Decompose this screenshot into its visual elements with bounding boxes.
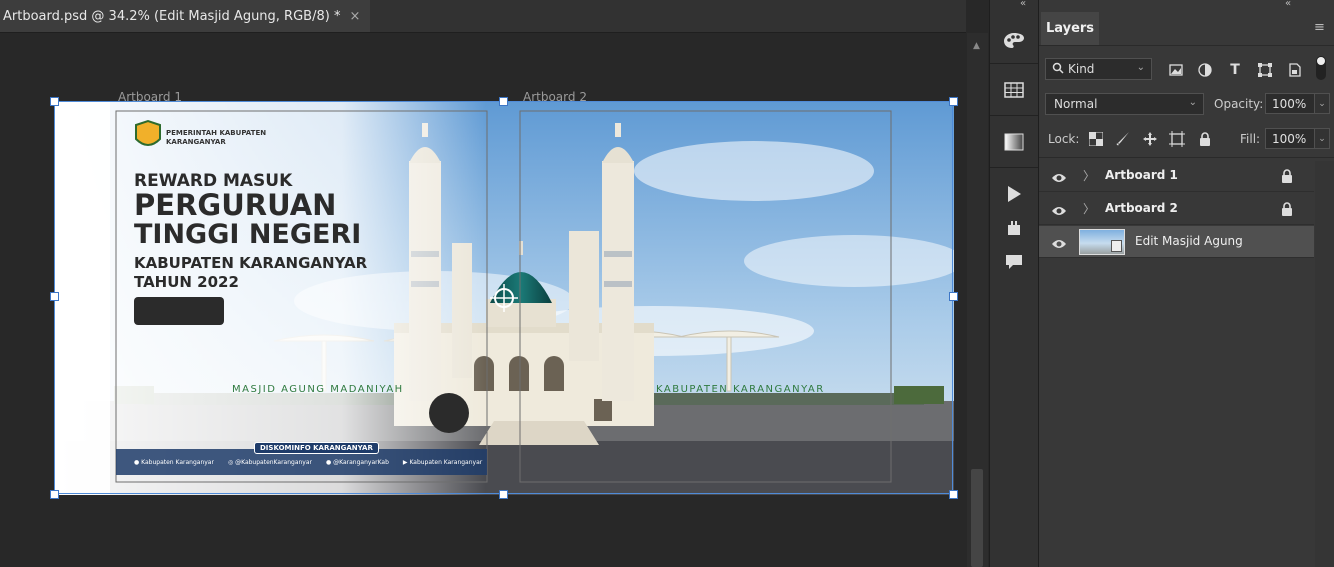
layer-name: Artboard 2 bbox=[1105, 201, 1178, 215]
layer-lock-icon bbox=[1281, 201, 1293, 220]
comments-icon[interactable] bbox=[1000, 248, 1028, 276]
filter-adjustment-icon[interactable] bbox=[1196, 61, 1214, 79]
chevron-down-icon: ⌄ bbox=[1136, 62, 1145, 73]
plugins-icon[interactable] bbox=[1000, 214, 1028, 242]
canvas-area[interactable]: Artboard 1 Artboard 2 PEMERINTAH KABUPAT… bbox=[0, 33, 966, 567]
filter-shape-icon[interactable] bbox=[1256, 61, 1274, 79]
play-actions-icon[interactable] bbox=[1000, 180, 1028, 208]
toggle-knob bbox=[1317, 57, 1325, 65]
lock-all-icon[interactable] bbox=[1196, 130, 1214, 148]
lock-label: Lock: bbox=[1048, 132, 1080, 146]
visibility-eye-icon[interactable] bbox=[1051, 235, 1067, 254]
collapse-panel-icon[interactable]: « bbox=[1285, 0, 1291, 9]
panel-divider bbox=[1039, 45, 1334, 46]
layers-panel: « Layers ≡ Kind ⌄ T Normal ⌄ Opacity: 10… bbox=[1039, 0, 1334, 567]
visibility-eye-icon[interactable] bbox=[1051, 169, 1067, 188]
panel-divider bbox=[1039, 157, 1334, 158]
expand-chevron-icon[interactable]: 〉 bbox=[1083, 167, 1095, 184]
fill-dropdown-chevron-icon[interactable]: ⌄ bbox=[1314, 128, 1330, 149]
canvas-vertical-scrollbar[interactable]: ▲ bbox=[967, 33, 988, 567]
transform-handle-left[interactable] bbox=[50, 292, 59, 301]
filter-kind-dropdown[interactable]: Kind ⌄ bbox=[1045, 58, 1152, 80]
transform-handle-right[interactable] bbox=[949, 292, 958, 301]
tool-separator bbox=[990, 63, 1038, 64]
layer-row-edit-masjid-agung[interactable]: Edit Masjid Agung bbox=[1039, 226, 1314, 258]
filter-toggle-switch[interactable] bbox=[1316, 56, 1326, 80]
layer-row-artboard-1[interactable]: 〉 Artboard 1 bbox=[1039, 160, 1314, 192]
color-palette-icon[interactable] bbox=[1000, 27, 1028, 55]
close-tab-icon[interactable]: × bbox=[349, 9, 360, 24]
transform-handle-bottom-left[interactable] bbox=[50, 490, 59, 499]
blend-mode-value: Normal bbox=[1054, 97, 1098, 111]
tool-separator bbox=[990, 167, 1038, 168]
layer-name: Edit Masjid Agung bbox=[1135, 234, 1243, 248]
transform-handle-bottom-right[interactable] bbox=[949, 490, 958, 499]
smart-object-badge-icon bbox=[1111, 240, 1122, 252]
scroll-up-icon[interactable]: ▲ bbox=[973, 41, 980, 51]
document-tab-title: Artboard.psd @ 34.2% (Edit Masjid Agung,… bbox=[3, 8, 341, 24]
filter-kind-label: Kind bbox=[1068, 62, 1095, 76]
layer-row-artboard-2[interactable]: 〉 Artboard 2 bbox=[1039, 193, 1314, 225]
tool-separator bbox=[990, 115, 1038, 116]
swatches-grid-icon[interactable] bbox=[1000, 76, 1028, 104]
filter-type-icon[interactable]: T bbox=[1226, 61, 1244, 79]
visibility-eye-icon[interactable] bbox=[1051, 202, 1067, 221]
transform-handle-bottom[interactable] bbox=[499, 490, 508, 499]
document-tab[interactable]: Artboard.psd @ 34.2% (Edit Masjid Agung,… bbox=[0, 0, 370, 32]
opacity-label: Opacity: bbox=[1214, 97, 1264, 111]
search-icon bbox=[1052, 62, 1064, 77]
opacity-dropdown-chevron-icon[interactable]: ⌄ bbox=[1314, 93, 1330, 114]
fill-label: Fill: bbox=[1240, 132, 1261, 146]
scrollbar-thumb[interactable] bbox=[971, 469, 983, 567]
lock-artboard-nesting-icon[interactable] bbox=[1168, 130, 1186, 148]
layer-list: 〉 Artboard 1 〉 Artboard 2 Edit Masjid Ag… bbox=[1039, 160, 1334, 567]
gradient-icon[interactable] bbox=[1000, 128, 1028, 156]
expand-chevron-icon[interactable]: 〉 bbox=[1083, 200, 1095, 217]
blend-mode-dropdown[interactable]: Normal ⌄ bbox=[1045, 93, 1204, 115]
transform-handle-top-right[interactable] bbox=[949, 97, 958, 106]
lock-image-pixels-icon[interactable] bbox=[1114, 130, 1132, 148]
panel-icon-strip: « bbox=[989, 0, 1039, 567]
layers-scrollbar[interactable] bbox=[1315, 161, 1334, 567]
transform-bounding-box[interactable] bbox=[54, 101, 953, 494]
transform-handle-top-left[interactable] bbox=[50, 97, 59, 106]
transform-handle-top[interactable] bbox=[499, 97, 508, 106]
document-tab-bar: Artboard.psd @ 34.2% (Edit Masjid Agung,… bbox=[0, 0, 966, 33]
filter-smart-object-icon[interactable] bbox=[1286, 61, 1304, 79]
layer-thumbnail bbox=[1079, 229, 1125, 255]
chevron-down-icon: ⌄ bbox=[1188, 97, 1197, 108]
tab-layers[interactable]: Layers bbox=[1041, 12, 1099, 45]
opacity-input[interactable]: 100% bbox=[1265, 93, 1315, 114]
layer-lock-icon bbox=[1281, 168, 1293, 187]
panel-menu-icon[interactable]: ≡ bbox=[1314, 20, 1325, 35]
filter-pixel-icon[interactable] bbox=[1167, 61, 1185, 79]
collapse-panels-icon[interactable]: « bbox=[1020, 0, 1026, 9]
lock-position-icon[interactable] bbox=[1141, 130, 1159, 148]
layer-name: Artboard 1 bbox=[1105, 168, 1178, 182]
lock-transparent-pixels-icon[interactable] bbox=[1087, 130, 1105, 148]
fill-input[interactable]: 100% bbox=[1265, 128, 1315, 149]
